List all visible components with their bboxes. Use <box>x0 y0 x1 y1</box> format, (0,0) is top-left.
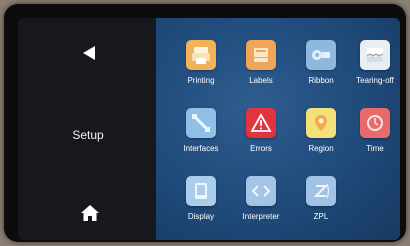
back-arrow-icon <box>83 46 95 60</box>
menu-item-errors[interactable]: Errors <box>232 104 290 162</box>
printing-icon <box>186 40 216 70</box>
time-icon <box>360 108 390 138</box>
menu-item-ribbon[interactable]: Ribbon <box>292 36 350 94</box>
errors-icon <box>246 108 276 138</box>
menu-item-label: Time <box>366 144 384 153</box>
home-icon <box>81 205 99 221</box>
menu-item-tearing-off[interactable]: Tearing-off <box>346 36 400 94</box>
menu-item-label: Tearing-off <box>356 76 394 85</box>
menu-grid: Printing Labels Ribbon Tearing-off Inter… <box>156 18 400 240</box>
page-title: Setup <box>72 128 104 142</box>
device-bezel: Setup Printing Labels Ribbon Tearing-off… <box>4 4 406 242</box>
menu-item-display[interactable]: Display <box>172 172 230 230</box>
zpl-icon <box>306 176 336 206</box>
interfaces-icon <box>186 108 216 138</box>
back-button[interactable] <box>80 44 98 62</box>
menu-item-interfaces[interactable]: Interfaces <box>172 104 230 162</box>
menu-item-time[interactable]: Time <box>346 104 400 162</box>
menu-item-interpreter[interactable]: Interpreter <box>232 172 290 230</box>
home-button[interactable] <box>78 202 102 224</box>
menu-item-region[interactable]: Region <box>292 104 350 162</box>
menu-item-label: ZPL <box>313 212 329 221</box>
sidebar: Setup <box>18 18 156 240</box>
touch-screen: Setup Printing Labels Ribbon Tearing-off… <box>18 18 400 240</box>
ribbon-icon <box>306 40 336 70</box>
menu-item-labels[interactable]: Labels <box>232 36 290 94</box>
tear-off-icon <box>360 40 390 70</box>
region-icon <box>306 108 336 138</box>
display-icon <box>186 176 216 206</box>
labels-icon <box>246 40 276 70</box>
menu-item-zpl[interactable]: ZPL <box>292 172 350 230</box>
interpreter-icon <box>246 176 276 206</box>
menu-item-printing[interactable]: Printing <box>172 36 230 94</box>
